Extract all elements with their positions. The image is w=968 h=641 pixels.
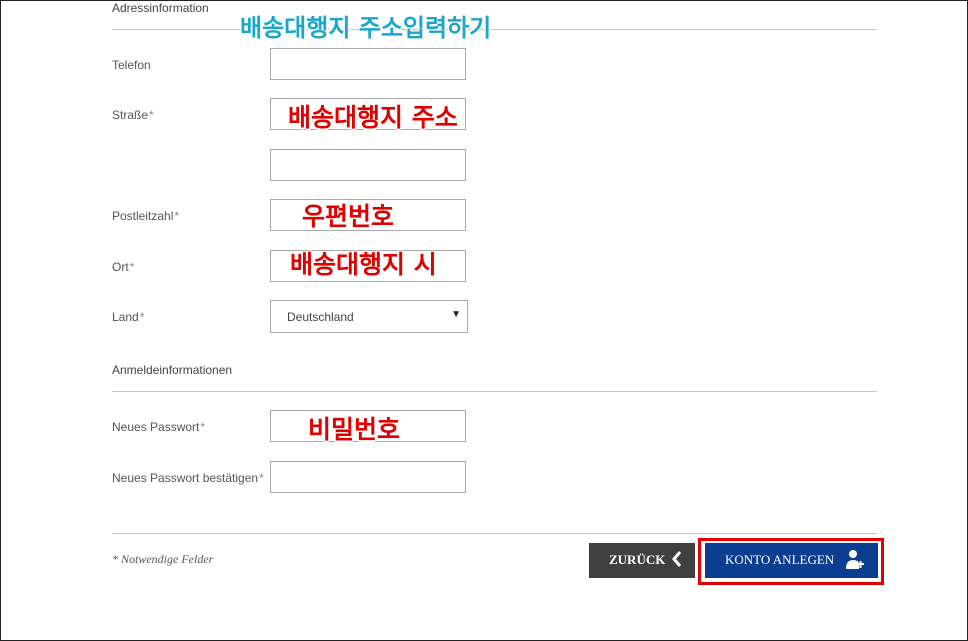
password-confirm-input[interactable] xyxy=(270,461,466,493)
telefon-input[interactable] xyxy=(270,48,466,80)
land-select[interactable]: Deutschland ▼ xyxy=(270,300,468,333)
land-selected-value: Deutschland xyxy=(287,310,354,324)
land-label: Land* xyxy=(112,310,145,324)
back-button-label: ZURÜCK xyxy=(609,552,666,567)
annotation-postcode: 우편번호 xyxy=(302,202,395,231)
annotation-address-heading: 배송대행지 주소입력하기 xyxy=(240,14,492,42)
login-section-divider xyxy=(112,391,877,392)
create-account-label: KONTO ANLEGEN xyxy=(725,552,835,567)
password-label: Neues Passwort* xyxy=(112,420,206,434)
plz-label: Postleitzahl* xyxy=(112,209,180,223)
address-section-divider xyxy=(112,29,877,30)
chevron-left-icon xyxy=(671,549,683,574)
annotation-city: 배송대행지 시 xyxy=(290,250,437,279)
back-button[interactable]: ZURÜCK xyxy=(589,543,695,578)
ort-label: Ort* xyxy=(112,260,135,274)
dropdown-arrow-icon: ▼ xyxy=(451,309,461,320)
annotation-password: 비밀번호 xyxy=(308,415,401,444)
create-account-button[interactable]: KONTO ANLEGEN xyxy=(705,543,878,578)
address-section-title: Adressinformation xyxy=(112,1,209,15)
annotation-street: 배송대행지 주소 xyxy=(288,103,458,132)
required-fields-note: * Notwendige Felder xyxy=(112,552,214,566)
footer-divider xyxy=(112,533,877,534)
telefon-label: Telefon xyxy=(112,58,151,72)
strasse-label: Straße* xyxy=(112,108,154,122)
add-user-icon xyxy=(846,549,864,575)
strasse-line2-input[interactable] xyxy=(270,149,466,181)
login-section-title: Anmeldeinformationen xyxy=(112,363,233,377)
password-confirm-label: Neues Passwort bestätigen* xyxy=(112,471,264,485)
